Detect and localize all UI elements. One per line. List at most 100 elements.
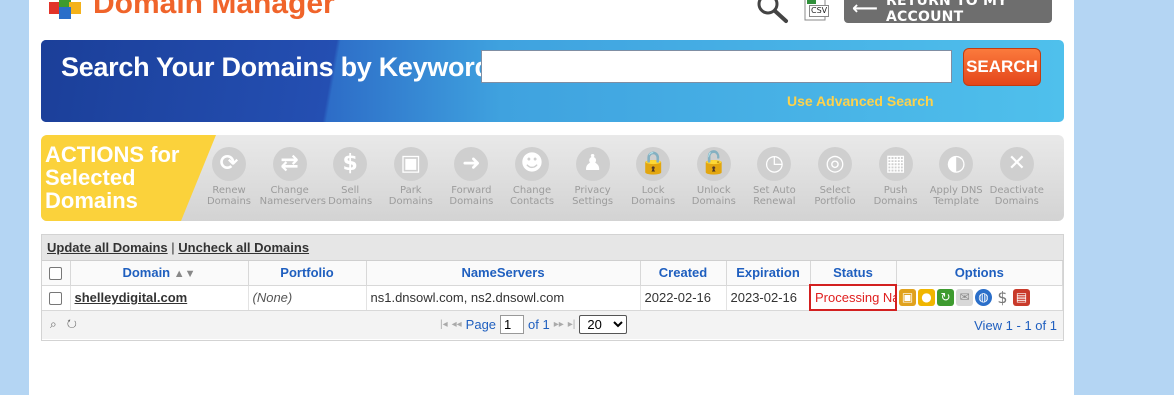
magnifier-icon[interactable] [754,0,792,24]
rows-per-page-select[interactable]: 20 [579,315,628,334]
action-change-nameservers[interactable]: ⇄ Change Nameservers [259,141,326,215]
actions-label-panel: ACTIONS for Selected Domains [41,135,216,221]
page-label: Page [465,317,497,332]
email-icon[interactable]: ✉ [956,289,973,307]
action-forward-icon: ➜ [454,147,489,181]
advanced-search-link[interactable]: Use Advanced Search [787,93,934,109]
page-of-label: of 1 [528,317,550,332]
action-label: Change Nameservers [259,185,326,207]
action-privacy-settings[interactable]: ♟ Privacy Settings [563,141,623,215]
status-cell: Processing Na [809,284,897,311]
actions-label-line-3: Domains [45,188,138,213]
table-row[interactable]: shelleydigital.com (None) ns1.dnsowl.com… [42,284,1063,311]
pager-tools: ⌕ ↻ [50,317,77,332]
domains-grid: Update all Domains | Uncheck all Domains… [41,234,1064,341]
prev-page-icon[interactable]: ◂◂ [452,319,462,330]
domain-link[interactable]: shelleydigital.com [75,290,188,305]
search-banner: Search Your Domains by Keyword SEARCH Us… [41,40,1064,122]
action-privacy-icon: ♟ [575,147,610,181]
action-label: Apply DNS Template [929,185,983,207]
action-change-icon: ☻ [515,147,549,181]
renew-icon[interactable]: ↻ [937,289,954,307]
select-all-checkbox[interactable] [49,267,63,281]
first-page-icon[interactable]: |◂ [440,319,448,330]
last-page-icon[interactable]: ▸| [568,319,576,330]
action-label: Select Portfolio [814,185,856,207]
col-created[interactable]: Created [640,261,727,286]
pager-bar: ⌕ ↻ |◂ ◂◂ Page of 1 ▸▸ ▸| 20 View 1 - 1 … [42,311,1063,339]
header-row: Domain ▲▼ Portfolio NameServers Created … [42,261,1063,286]
next-page-icon[interactable]: ▸▸ [554,319,564,330]
actions-toolbar: ACTIONS for Selected Domains ⟳ Renew Domai… [41,135,1064,221]
row-checkbox[interactable] [49,292,63,306]
domains-table: Domain ▲▼ Portfolio NameServers Created … [42,261,1063,311]
search-button[interactable]: SEARCH [963,48,1041,86]
view-count: View 1 - 1 of 1 [974,318,1057,333]
action-push-domains[interactable]: ▦ Push Domains [866,141,926,215]
toolbar-separator: | [171,240,175,255]
privacy-icon[interactable]: ● [918,289,935,307]
action-change-contacts[interactable]: ☻ Change Contacts [502,141,562,215]
action-sell-domains[interactable]: $ Sell Domains [320,141,380,215]
action-sell-icon: $ [333,147,368,181]
logo-cubes-icon [49,0,81,19]
action-select-portfolio[interactable]: ◎ Select Portfolio [805,141,865,215]
action-label: Forward Domains [449,185,494,207]
action-lock-domains[interactable]: 🔒 Lock Domains [623,141,683,215]
pager-search-icon[interactable]: ⌕ [50,317,57,331]
action-renew-icon: ⟳ [212,147,246,181]
nameservers-cell: ns1.dnsowl.com, ns2.dnsowl.com [366,285,641,311]
action-label: Change Contacts [509,185,555,207]
action-label: Push Domains [873,185,918,207]
keyword-search-input[interactable] [481,50,952,83]
action-lock-icon: 🔒 [636,147,671,181]
action-set-auto-renewal[interactable]: ◷ Set Auto Renewal [744,141,804,215]
refresh-icon[interactable]: ↻ [67,317,77,331]
lock-icon[interactable]: ▣ [899,289,916,307]
actions-label-line-1: ACTIONS for [45,142,180,167]
col-portfolio[interactable]: Portfolio [248,261,367,286]
action-push-icon: ▦ [878,147,913,181]
col-status[interactable]: Status [810,261,897,286]
csv-export-icon[interactable]: CSV [801,0,832,22]
portfolio-cell: (None) [248,285,367,311]
action-select-icon: ◎ [818,147,852,181]
action-label: Deactivate Domains [989,185,1044,207]
col-nameservers[interactable]: NameServers [366,261,641,286]
brand-title: Domain Manager [93,0,335,20]
uncheck-all-domains-link[interactable]: Uncheck all Domains [178,240,309,255]
action-label: Sell Domains [328,185,373,207]
action-label: Lock Domains [631,185,676,207]
action-unlock-domains[interactable]: 🔓 Unlock Domains [684,141,744,215]
action-renew-domains[interactable]: ⟳ Renew Domains [199,141,259,215]
dollar-icon[interactable]: $ [994,289,1011,306]
park-icon[interactable]: ▤ [1013,289,1030,307]
col-domain[interactable]: Domain ▲▼ [70,261,249,286]
action-label: Unlock Domains [691,185,736,207]
action-set-auto-icon: ◷ [757,147,792,181]
update-all-domains-link[interactable]: Update all Domains [47,240,168,255]
grid-toolbar: Update all Domains | Uncheck all Domains [42,235,1063,261]
actions-label-line-2: Selected [45,165,136,190]
col-options: Options [896,261,1063,286]
search-title: Search Your Domains by Keyword [61,52,491,82]
expiration-cell: 2023-02-16 [726,285,811,311]
action-unlock-icon: 🔓 [696,147,731,181]
col-expiration[interactable]: Expiration [726,261,811,286]
action-park-domains[interactable]: ▣ Park Domains [381,141,441,215]
action-deactivate-icon: ✕ [999,147,1034,181]
globe-icon[interactable]: ◍ [975,289,992,307]
csv-label: CSV [809,5,830,17]
created-cell: 2022-02-16 [640,285,727,311]
action-apply-dns-template[interactable]: ◐ Apply DNS Template [926,141,986,215]
action-forward-domains[interactable]: ➜ Forward Domains [441,141,501,215]
arrow-left-icon: ⟵ [852,0,879,19]
return-to-account-button[interactable]: ⟵ RETURN TO MY ACCOUNT [844,0,1052,25]
sort-icon[interactable]: ▲▼ [174,268,196,280]
action-deactivate-domains[interactable]: ✕ Deactivate Domains [987,141,1047,215]
page-number-input[interactable] [500,315,525,334]
select-all-column[interactable] [42,261,71,286]
action-apply-dns-icon: ◐ [939,147,974,181]
action-change-icon: ⇄ [272,147,307,181]
action-label: Renew Domains [206,185,251,207]
